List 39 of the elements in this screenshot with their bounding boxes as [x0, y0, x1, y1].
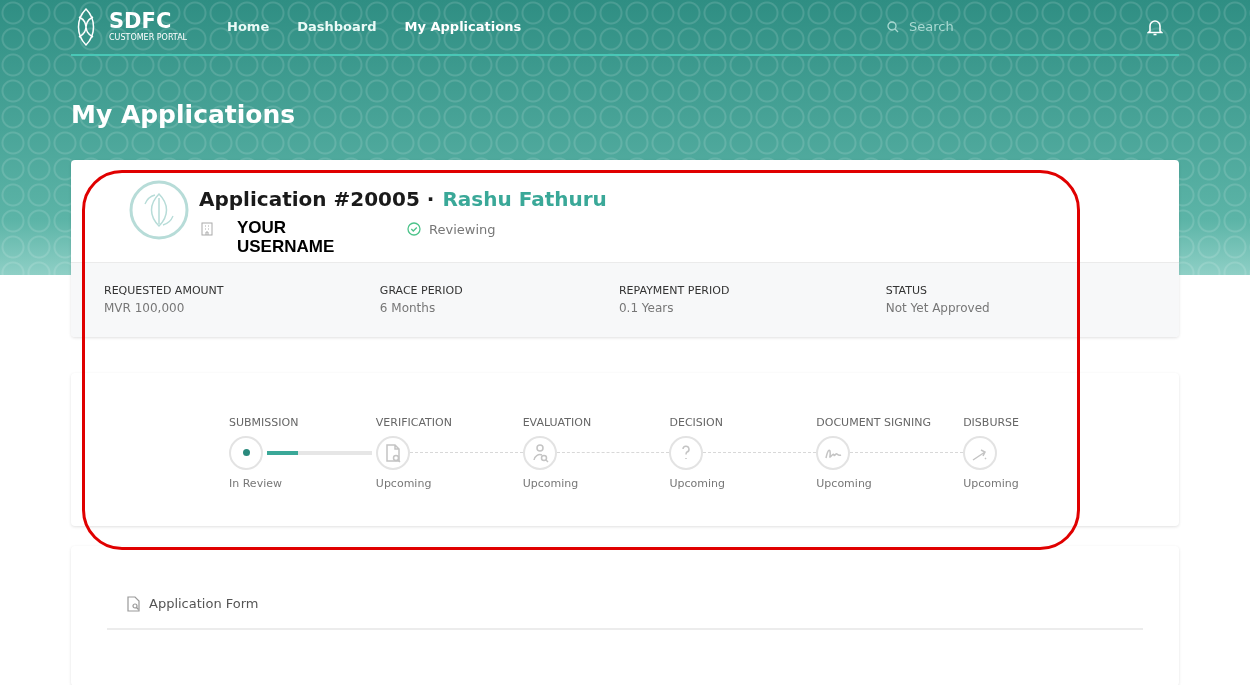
search-field[interactable]: Search — [907, 16, 1037, 38]
review-status: Reviewing — [429, 220, 496, 239]
step-circle — [229, 435, 263, 470]
applicant-name: Rashu Fathuru — [442, 185, 607, 213]
step-status: Upcoming — [522, 475, 580, 492]
stat-value: Not Yet Approved — [885, 300, 991, 317]
building-icon — [201, 221, 213, 236]
nav-link[interactable]: Dashboard — [297, 17, 377, 37]
brand-name: SDFC — [109, 10, 173, 32]
step-label: SUBMISSION — [229, 415, 300, 431]
form-tab[interactable]: Application Form — [149, 594, 259, 614]
step-status: Upcoming — [816, 475, 873, 492]
stat-label: GRACE PERIOD — [379, 282, 464, 299]
step-label: VERIFICATION — [375, 415, 453, 431]
step-status: Upcoming — [669, 475, 727, 492]
step-label: DOCUMENT SIGNING — [816, 415, 933, 431]
bell-icon[interactable] — [1147, 18, 1163, 36]
step-label: DISBURSE — [963, 415, 1019, 431]
document-search-icon — [127, 595, 141, 612]
step-label: EVALUATION — [522, 415, 593, 431]
step-status: In Review — [229, 475, 283, 492]
step-status: Upcoming — [375, 475, 433, 492]
stat-label: REPAYMENT PERIOD — [618, 282, 731, 299]
step-status: Upcoming — [963, 475, 1019, 492]
stat-value: 6 Months — [379, 300, 437, 317]
search-icon — [887, 21, 899, 33]
nav-link[interactable]: Home — [227, 17, 270, 37]
brand-tagline: CUSTOMER PORTAL — [109, 31, 188, 44]
stat-label: REQUESTED AMOUNT — [104, 282, 225, 299]
page-title: My Applications — [71, 99, 297, 131]
username-label: YOUR USERNAME — [237, 217, 336, 257]
stat-value: MVR 100,000 — [104, 300, 186, 317]
step-label: DECISION — [669, 415, 724, 431]
application-title: Application #20005 · — [199, 185, 435, 213]
stat-value: 0.1 Years — [618, 300, 675, 317]
leaf-avatar-icon — [129, 179, 189, 240]
nav-link[interactable]: My Applications — [404, 17, 522, 37]
check-circle-icon — [407, 221, 421, 236]
stat-label: STATUS — [885, 282, 928, 299]
